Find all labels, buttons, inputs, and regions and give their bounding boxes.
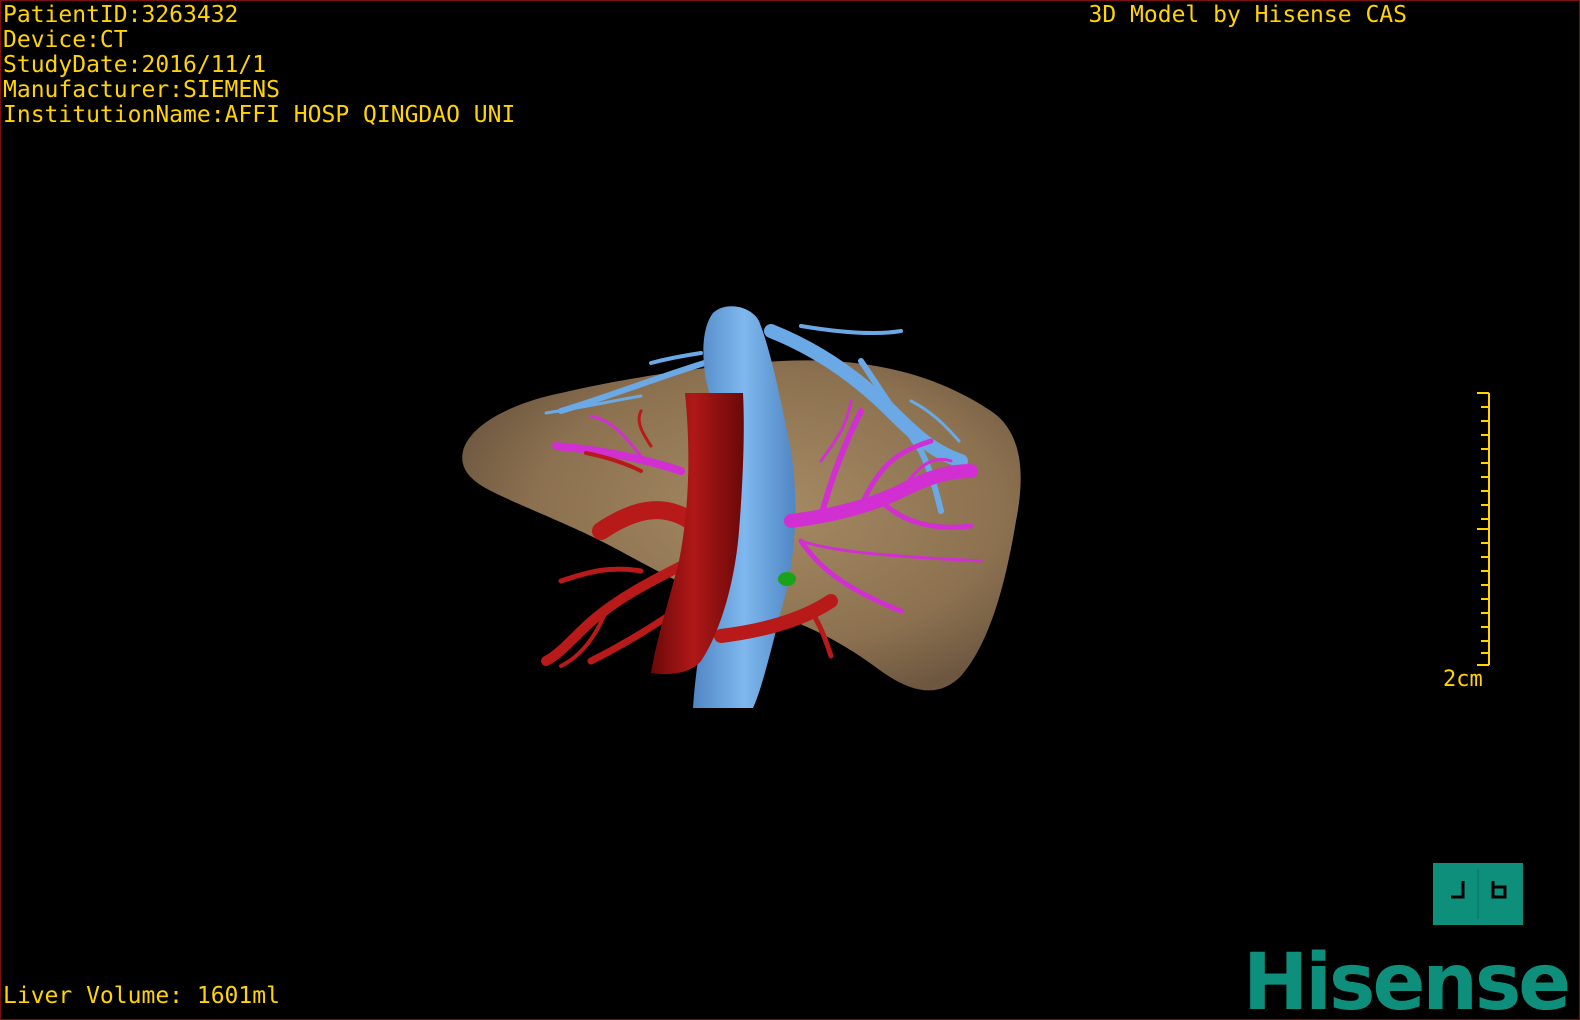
view-toggle-button[interactable] <box>1433 863 1523 925</box>
model-credit: 3D Model by Hisense CAS <box>1088 2 1408 28</box>
flip-view-icon <box>1451 869 1507 919</box>
patient-info-overlay: PatientID:3263432 Device:CT StudyDate:2016… <box>3 3 515 128</box>
scale-label: 2cm <box>1443 667 1483 692</box>
liver-3d-model[interactable] <box>1 1 1579 1019</box>
manufacturer: Manufacturer:SIEMENS <box>3 77 280 103</box>
scale-bar <box>1477 392 1490 666</box>
patient-id: PatientID:3263432 <box>3 2 239 28</box>
3d-viewport[interactable]: PatientID:3263432 Device:CT StudyDate:2016… <box>0 0 1580 1020</box>
hisense-logo: Hisense <box>1243 938 1571 1020</box>
device-type: Device:CT <box>3 27 128 53</box>
institution-name: InstitutionName:AFFI HOSP QINGDAO UNI <box>3 102 516 128</box>
liver-volume: Liver Volume: 1601ml <box>3 983 280 1009</box>
lesion <box>778 572 796 586</box>
study-date: StudyDate:2016/11/1 <box>3 52 267 78</box>
